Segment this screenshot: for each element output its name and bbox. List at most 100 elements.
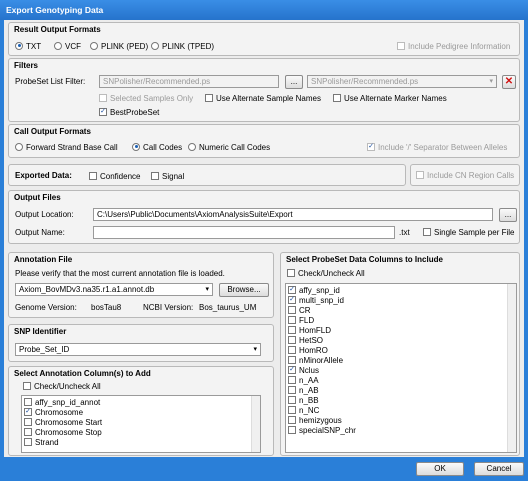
- alt-marker-names-checkbox[interactable]: Use Alternate Marker Names: [333, 93, 447, 103]
- checkbox-icon: [24, 437, 32, 446]
- list-item-label: n_AB: [299, 386, 319, 395]
- exported-data-label: Exported Data:: [15, 171, 72, 180]
- checkbox-icon: [423, 227, 431, 236]
- checkbox-icon: [287, 268, 295, 277]
- probeset-browse-button[interactable]: ...: [285, 75, 303, 89]
- check-icon: ✓: [99, 107, 107, 116]
- list-item[interactable]: ✓ Nclus: [286, 365, 516, 376]
- list-item-label: Chromosome Start: [35, 418, 103, 427]
- close-icon: ✕: [504, 76, 514, 87]
- checkbox-icon: [24, 417, 32, 426]
- probeset-scrollbar[interactable]: [507, 284, 516, 452]
- list-item[interactable]: HomRO: [286, 345, 516, 356]
- checkbox-icon: [89, 171, 97, 180]
- radio-icon: [15, 142, 23, 151]
- output-location-browse-button[interactable]: ...: [499, 208, 517, 222]
- alt-sample-names-checkbox[interactable]: Use Alternate Sample Names: [205, 93, 321, 103]
- genome-version-value: bosTau8: [91, 303, 122, 312]
- list-item[interactable]: nMinorAllele: [286, 355, 516, 366]
- check-icon: ✓: [24, 407, 32, 416]
- checkbox-icon: [288, 385, 296, 394]
- radio-plink-ped[interactable]: PLINK (PED): [90, 41, 148, 51]
- radio-icon: [132, 142, 140, 151]
- list-item[interactable]: specialSNP_chr: [286, 425, 516, 436]
- output-location-input[interactable]: C:\Users\Public\Documents\AxiomAnalysisS…: [93, 208, 493, 221]
- checkbox-icon: [23, 381, 31, 390]
- annotation-file-select[interactable]: Axiom_BovMDv3.na35.r1.a1.annot.db ▾: [15, 283, 213, 296]
- chevron-down-icon: ▾: [253, 346, 257, 353]
- list-item-label: HetSO: [299, 336, 324, 345]
- radio-numeric-call-codes[interactable]: Numeric Call Codes: [188, 142, 270, 152]
- list-item[interactable]: HomFLD: [286, 325, 516, 336]
- cancel-button[interactable]: Cancel: [474, 462, 524, 476]
- list-item[interactable]: affy_snp_id_annot: [22, 397, 260, 408]
- radio-forward-strand[interactable]: Forward Strand Base Call: [15, 142, 118, 152]
- radio-txt[interactable]: TXT: [15, 41, 41, 51]
- radio-icon: [188, 142, 196, 151]
- output-ext-label: .txt: [399, 228, 410, 237]
- probeset-select[interactable]: SNPolisher/Recommended.ps ▾: [307, 75, 497, 88]
- snp-identifier-title: SNP Identifier: [14, 327, 67, 336]
- radio-icon: [90, 41, 98, 50]
- list-item[interactable]: n_NC: [286, 405, 516, 416]
- window-title: Export Genotyping Data: [0, 0, 528, 20]
- list-item-label: FLD: [299, 316, 315, 325]
- selected-samples-checkbox[interactable]: Selected Samples Only: [99, 93, 193, 103]
- list-item-label: affy_snp_id_annot: [35, 398, 101, 407]
- include-pedigree-checkbox[interactable]: Include Pedigree Information: [397, 41, 510, 51]
- checkbox-icon: [205, 93, 213, 102]
- ok-button[interactable]: OK: [416, 462, 464, 476]
- output-location-label: Output Location:: [15, 210, 74, 219]
- output-files-title: Output Files: [14, 193, 61, 202]
- list-item[interactable]: n_AB: [286, 385, 516, 396]
- chevron-down-icon: ▾: [205, 286, 209, 293]
- check-icon: ✓: [367, 142, 375, 151]
- probeset-columns-group: Select ProbeSet Data Columns to Include …: [280, 252, 520, 456]
- probeset-check-all[interactable]: Check/Uncheck All: [287, 268, 365, 278]
- annotation-scrollbar[interactable]: [251, 396, 260, 452]
- radio-icon: [54, 41, 62, 50]
- annotation-check-all[interactable]: Check/Uncheck All: [23, 381, 101, 391]
- checkbox-icon: [24, 427, 32, 436]
- list-item[interactable]: n_AA: [286, 375, 516, 386]
- list-item[interactable]: ✓ multi_snp_id: [286, 295, 516, 306]
- check-icon: ✓: [288, 295, 296, 304]
- list-item[interactable]: ✓ affy_snp_id: [286, 285, 516, 296]
- list-item[interactable]: Strand: [22, 437, 260, 448]
- list-item-label: affy_snp_id: [299, 286, 340, 295]
- list-item[interactable]: Chromosome Stop: [22, 427, 260, 438]
- best-probeset-checkbox[interactable]: ✓ BestProbeSet: [99, 107, 159, 117]
- checkbox-icon: [288, 405, 296, 414]
- list-item-label: multi_snp_id: [299, 296, 344, 305]
- output-name-label: Output Name:: [15, 228, 65, 237]
- signal-checkbox[interactable]: Signal: [151, 171, 184, 181]
- radio-plink-tped[interactable]: PLINK (TPED): [151, 41, 214, 51]
- list-item[interactable]: hemizygous: [286, 415, 516, 426]
- cn-region-checkbox[interactable]: Include CN Region Calls: [416, 170, 514, 180]
- single-sample-checkbox[interactable]: Single Sample per File: [423, 227, 514, 237]
- snp-identifier-select[interactable]: Probe_Set_ID ▾: [15, 343, 261, 356]
- include-separator-checkbox[interactable]: ✓ Include '/' Separator Between Alleles: [367, 142, 507, 152]
- checkbox-icon: [288, 355, 296, 364]
- list-item[interactable]: HetSO: [286, 335, 516, 346]
- checkbox-icon: [288, 425, 296, 434]
- annotation-browse-button[interactable]: Browse...: [219, 283, 269, 297]
- probeset-columns-list: ✓ affy_snp_id ✓ multi_snp_id CR FLD HomFLD HetS…: [285, 283, 517, 453]
- clear-filter-button[interactable]: ✕: [502, 75, 516, 89]
- probeset-filter-input[interactable]: SNPolisher/Recommended.ps: [99, 75, 279, 88]
- radio-vcf[interactable]: VCF: [54, 41, 81, 51]
- confidence-checkbox[interactable]: Confidence: [89, 171, 140, 181]
- list-item-label: nMinorAllele: [299, 356, 344, 365]
- list-item[interactable]: n_BB: [286, 395, 516, 406]
- list-item-label: n_AA: [299, 376, 319, 385]
- list-item[interactable]: CR: [286, 305, 516, 316]
- checkbox-icon: [288, 415, 296, 424]
- radio-call-codes[interactable]: Call Codes: [132, 142, 182, 152]
- list-item[interactable]: Chromosome Start: [22, 417, 260, 428]
- output-name-input[interactable]: [93, 226, 395, 239]
- list-item[interactable]: ✓ Chromosome: [22, 407, 260, 418]
- list-item[interactable]: FLD: [286, 315, 516, 326]
- list-item-label: CR: [299, 306, 311, 315]
- list-item-label: Chromosome Stop: [35, 428, 102, 437]
- call-output-group: Call Output Formats Forward Strand Base …: [8, 124, 520, 158]
